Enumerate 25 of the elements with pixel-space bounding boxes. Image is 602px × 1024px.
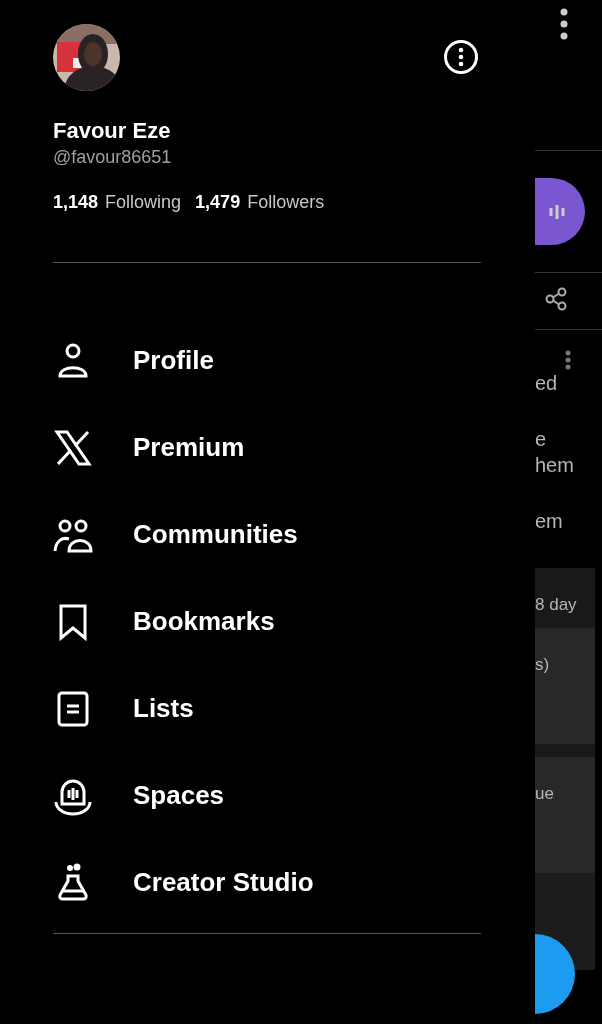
post-text: ed [535, 371, 559, 396]
compose-button[interactable] [535, 934, 575, 1014]
menu-item[interactable]: Bookmarks [53, 578, 481, 665]
display-name: Favour Eze [53, 118, 172, 144]
username: @favour86651 [53, 146, 173, 168]
menu-item[interactable]: Lists [53, 665, 481, 752]
menu-item[interactable]: Spaces [53, 752, 481, 839]
menu-item[interactable]: Profile [53, 317, 481, 404]
menu-item[interactable]: Creator Studio [53, 839, 481, 926]
card-text: 8 day [535, 594, 578, 616]
card-text: ue [535, 783, 555, 805]
post-text: hem [535, 453, 575, 478]
share-icon [545, 287, 569, 311]
post-text: em [535, 509, 564, 534]
audio-bars-icon [548, 203, 566, 221]
menu-item[interactable]: Premium [53, 404, 481, 491]
card-text: s) [535, 654, 551, 676]
post-text: e [535, 427, 548, 452]
following-link[interactable]: 1,148 Following [53, 190, 182, 214]
menu-item[interactable]: Communities [53, 491, 481, 578]
more-options-icon [560, 8, 568, 40]
more-options-button[interactable] [444, 40, 478, 74]
followers-link[interactable]: 1,479 Followers [195, 190, 325, 214]
more-options-icon [565, 350, 571, 370]
spaces-button[interactable] [535, 178, 585, 245]
